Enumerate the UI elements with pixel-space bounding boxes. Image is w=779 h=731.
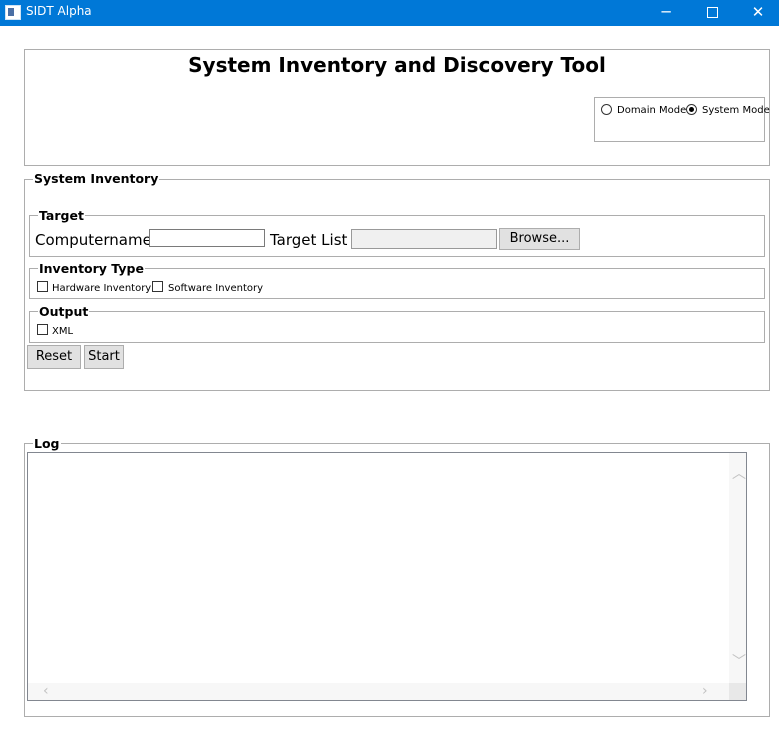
scroll-down-icon[interactable]: ﹀ bbox=[732, 655, 746, 669]
target-list-input[interactable] bbox=[351, 229, 497, 249]
computername-label: Computername bbox=[35, 231, 152, 249]
software-inventory-label: Software Inventory bbox=[168, 283, 264, 294]
log-vertical-scrollbar[interactable]: ︿ ﹀ bbox=[729, 453, 746, 684]
scroll-left-icon[interactable]: ‹ bbox=[43, 684, 49, 698]
start-button[interactable]: Start bbox=[84, 345, 124, 369]
domain-mode-radio[interactable] bbox=[601, 104, 612, 115]
system-mode-label: System Mode bbox=[702, 105, 770, 116]
computername-input[interactable] bbox=[149, 229, 265, 247]
target-legend: Target bbox=[38, 208, 85, 223]
target-list-label: Target List bbox=[270, 231, 348, 249]
mode-group bbox=[594, 97, 765, 142]
output-legend: Output bbox=[38, 304, 90, 319]
maximize-button[interactable] bbox=[689, 0, 735, 26]
output-group bbox=[29, 311, 765, 343]
hardware-inventory-label: Hardware Inventory bbox=[52, 283, 152, 294]
hardware-inventory-checkbox[interactable] bbox=[37, 281, 48, 292]
window-title: SIDT Alpha bbox=[26, 4, 92, 18]
inventory-type-legend: Inventory Type bbox=[38, 261, 145, 276]
minimize-button[interactable]: ─ bbox=[643, 0, 689, 26]
log-horizontal-scrollbar[interactable]: ‹ › bbox=[28, 683, 729, 700]
domain-mode-label: Domain Mode bbox=[617, 105, 687, 116]
xml-checkbox[interactable] bbox=[37, 324, 48, 335]
system-mode-radio[interactable] bbox=[686, 104, 697, 115]
maximize-icon bbox=[706, 7, 718, 18]
browse-button[interactable]: Browse... bbox=[499, 228, 580, 250]
xml-label: XML bbox=[52, 326, 74, 337]
app-icon bbox=[5, 5, 21, 20]
scrollbar-corner bbox=[729, 683, 746, 700]
system-inventory-legend: System Inventory bbox=[33, 171, 160, 186]
scroll-right-icon[interactable]: › bbox=[702, 684, 708, 698]
scroll-up-icon[interactable]: ︿ bbox=[732, 467, 746, 481]
title-bar[interactable]: SIDT Alpha ─ ✕ bbox=[0, 0, 779, 26]
page-title: System Inventory and Discovery Tool bbox=[188, 53, 606, 77]
log-textarea[interactable]: ︿ ﹀ ‹ › bbox=[27, 452, 747, 701]
log-legend: Log bbox=[33, 436, 61, 451]
software-inventory-checkbox[interactable] bbox=[152, 281, 163, 292]
close-button[interactable]: ✕ bbox=[735, 0, 779, 26]
reset-button[interactable]: Reset bbox=[27, 345, 81, 369]
